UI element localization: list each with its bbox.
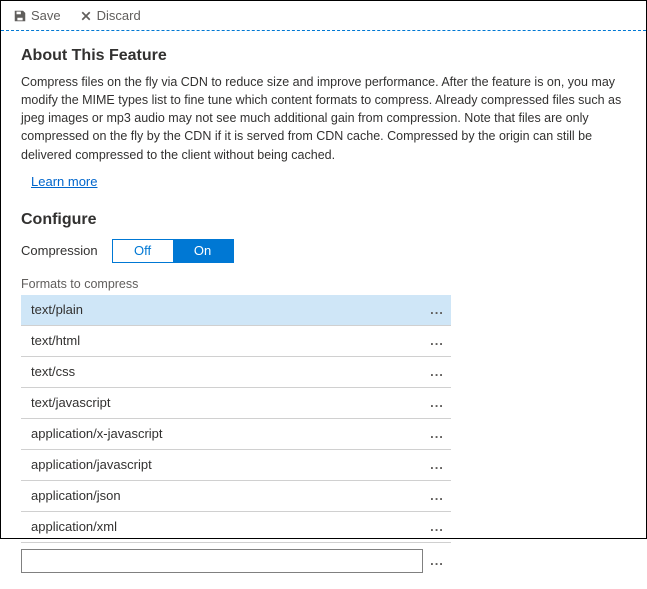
- table-row[interactable]: text/css ...: [21, 357, 451, 388]
- format-value: text/html: [21, 333, 423, 348]
- formats-label: Formats to compress: [21, 277, 626, 291]
- table-row[interactable]: text/plain ...: [21, 295, 451, 326]
- learn-more-link[interactable]: Learn more: [31, 174, 97, 189]
- compression-toggle: Off On: [112, 239, 234, 263]
- format-value: text/plain: [21, 302, 423, 317]
- save-icon: [13, 9, 27, 23]
- format-value: application/xml: [21, 519, 423, 534]
- content-area: About This Feature Compress files on the…: [1, 31, 646, 589]
- compression-row: Compression Off On: [21, 239, 626, 263]
- more-icon[interactable]: ...: [423, 302, 451, 317]
- format-value: text/css: [21, 364, 423, 379]
- table-row[interactable]: application/json ...: [21, 481, 451, 512]
- formats-list: text/plain ... text/html ... text/css ..…: [21, 295, 451, 573]
- table-row[interactable]: application/javascript ...: [21, 450, 451, 481]
- toolbar: Save Discard: [1, 1, 646, 31]
- more-icon[interactable]: ...: [423, 488, 451, 503]
- add-format-row: ...: [21, 543, 451, 573]
- compression-label: Compression: [21, 243, 98, 258]
- table-row[interactable]: text/javascript ...: [21, 388, 451, 419]
- format-value: application/x-javascript: [21, 426, 423, 441]
- format-value: text/javascript: [21, 395, 423, 410]
- more-icon[interactable]: ...: [423, 426, 451, 441]
- format-value: application/json: [21, 488, 423, 503]
- more-icon[interactable]: ...: [423, 553, 451, 568]
- format-value: application/javascript: [21, 457, 423, 472]
- table-row[interactable]: text/html ...: [21, 326, 451, 357]
- about-title: About This Feature: [21, 47, 626, 65]
- more-icon[interactable]: ...: [423, 395, 451, 410]
- more-icon[interactable]: ...: [423, 519, 451, 534]
- discard-label: Discard: [97, 8, 141, 23]
- close-icon: [79, 9, 93, 23]
- table-row[interactable]: application/xml ...: [21, 512, 451, 543]
- more-icon[interactable]: ...: [423, 333, 451, 348]
- table-row[interactable]: application/x-javascript ...: [21, 419, 451, 450]
- toggle-on[interactable]: On: [173, 240, 233, 262]
- add-format-input[interactable]: [21, 549, 423, 573]
- more-icon[interactable]: ...: [423, 457, 451, 472]
- more-icon[interactable]: ...: [423, 364, 451, 379]
- toggle-off[interactable]: Off: [113, 240, 173, 262]
- configure-title: Configure: [21, 211, 626, 229]
- save-label: Save: [31, 8, 61, 23]
- about-description: Compress files on the fly via CDN to red…: [21, 73, 626, 164]
- discard-button[interactable]: Discard: [79, 8, 141, 23]
- save-button[interactable]: Save: [13, 8, 61, 23]
